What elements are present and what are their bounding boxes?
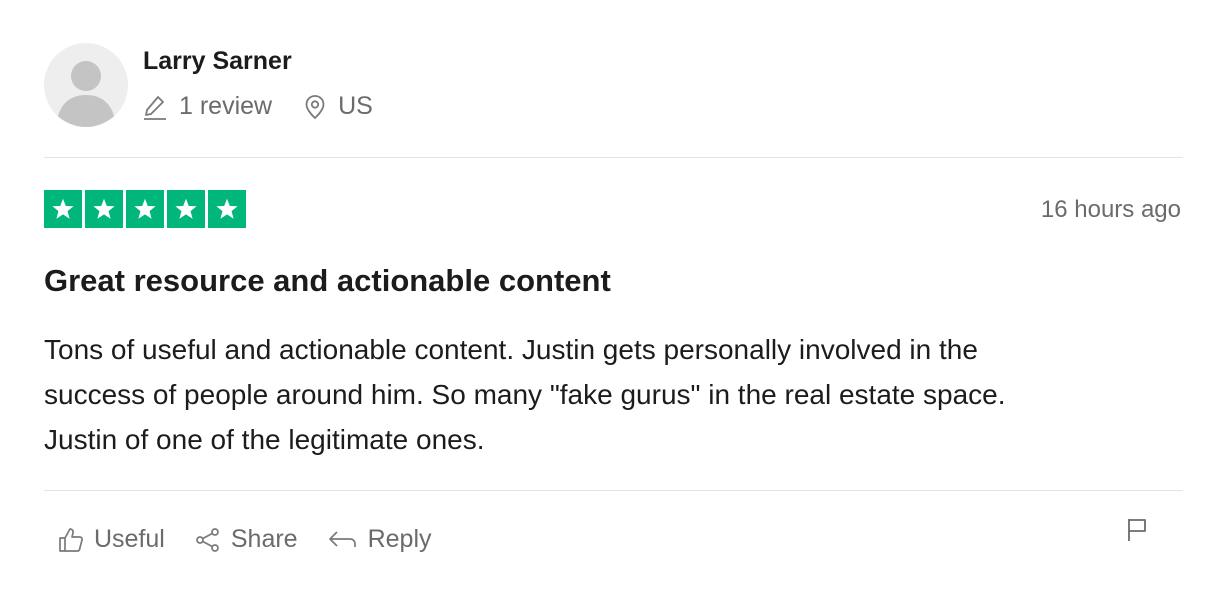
reply-button[interactable]: Reply [328,525,432,554]
divider [44,490,1183,491]
star-icon [52,198,74,219]
country-label: US [338,92,373,120]
star-icon [175,198,197,219]
review-body: Tons of useful and actionable content. J… [44,327,1194,462]
star-rating-box [85,190,123,228]
star-rating-box [208,190,246,228]
star-icon [134,198,156,219]
review-date: 16 hours ago [1040,196,1181,223]
thumbs-up-icon [59,527,83,552]
review-count-label: 1 review [179,92,273,120]
share-label: Share [230,525,298,553]
avatar[interactable] [44,43,128,127]
share-button[interactable]: Share [195,525,298,554]
star-rating [44,190,246,228]
user-silhouette-icon [56,61,116,127]
review-title[interactable]: Great resource and actionable content [44,263,611,299]
star-icon [93,198,115,219]
flag-icon [1128,519,1146,541]
star-icon [216,198,238,219]
star-rating-box [44,190,82,228]
star-rating-box [167,190,205,228]
reply-label: Reply [367,525,432,553]
reply-icon [328,530,356,547]
star-rating-box [126,190,164,228]
useful-button[interactable]: Useful [58,525,165,554]
pencil-icon [144,95,166,120]
review-count[interactable]: 1 review [143,92,272,121]
report-button[interactable] [1125,517,1149,548]
review-actions: Useful Share Reply [58,525,432,554]
review-body-line: Tons of useful and actionable content. J… [44,334,978,365]
review-card: Larry Sarner 1 review US 16 hours ago Gr… [0,0,1217,600]
reviewer-meta: 1 review US [143,92,373,121]
location-pin-icon [305,94,325,119]
reviewer-location: US [304,92,373,121]
review-body-line: Justin of one of the legitimate ones. [44,424,485,455]
divider [44,157,1183,158]
review-body-line: success of people around him. So many "f… [44,379,1006,410]
share-icon [196,527,219,552]
reviewer-name[interactable]: Larry Sarner [143,47,292,76]
useful-label: Useful [94,525,165,553]
